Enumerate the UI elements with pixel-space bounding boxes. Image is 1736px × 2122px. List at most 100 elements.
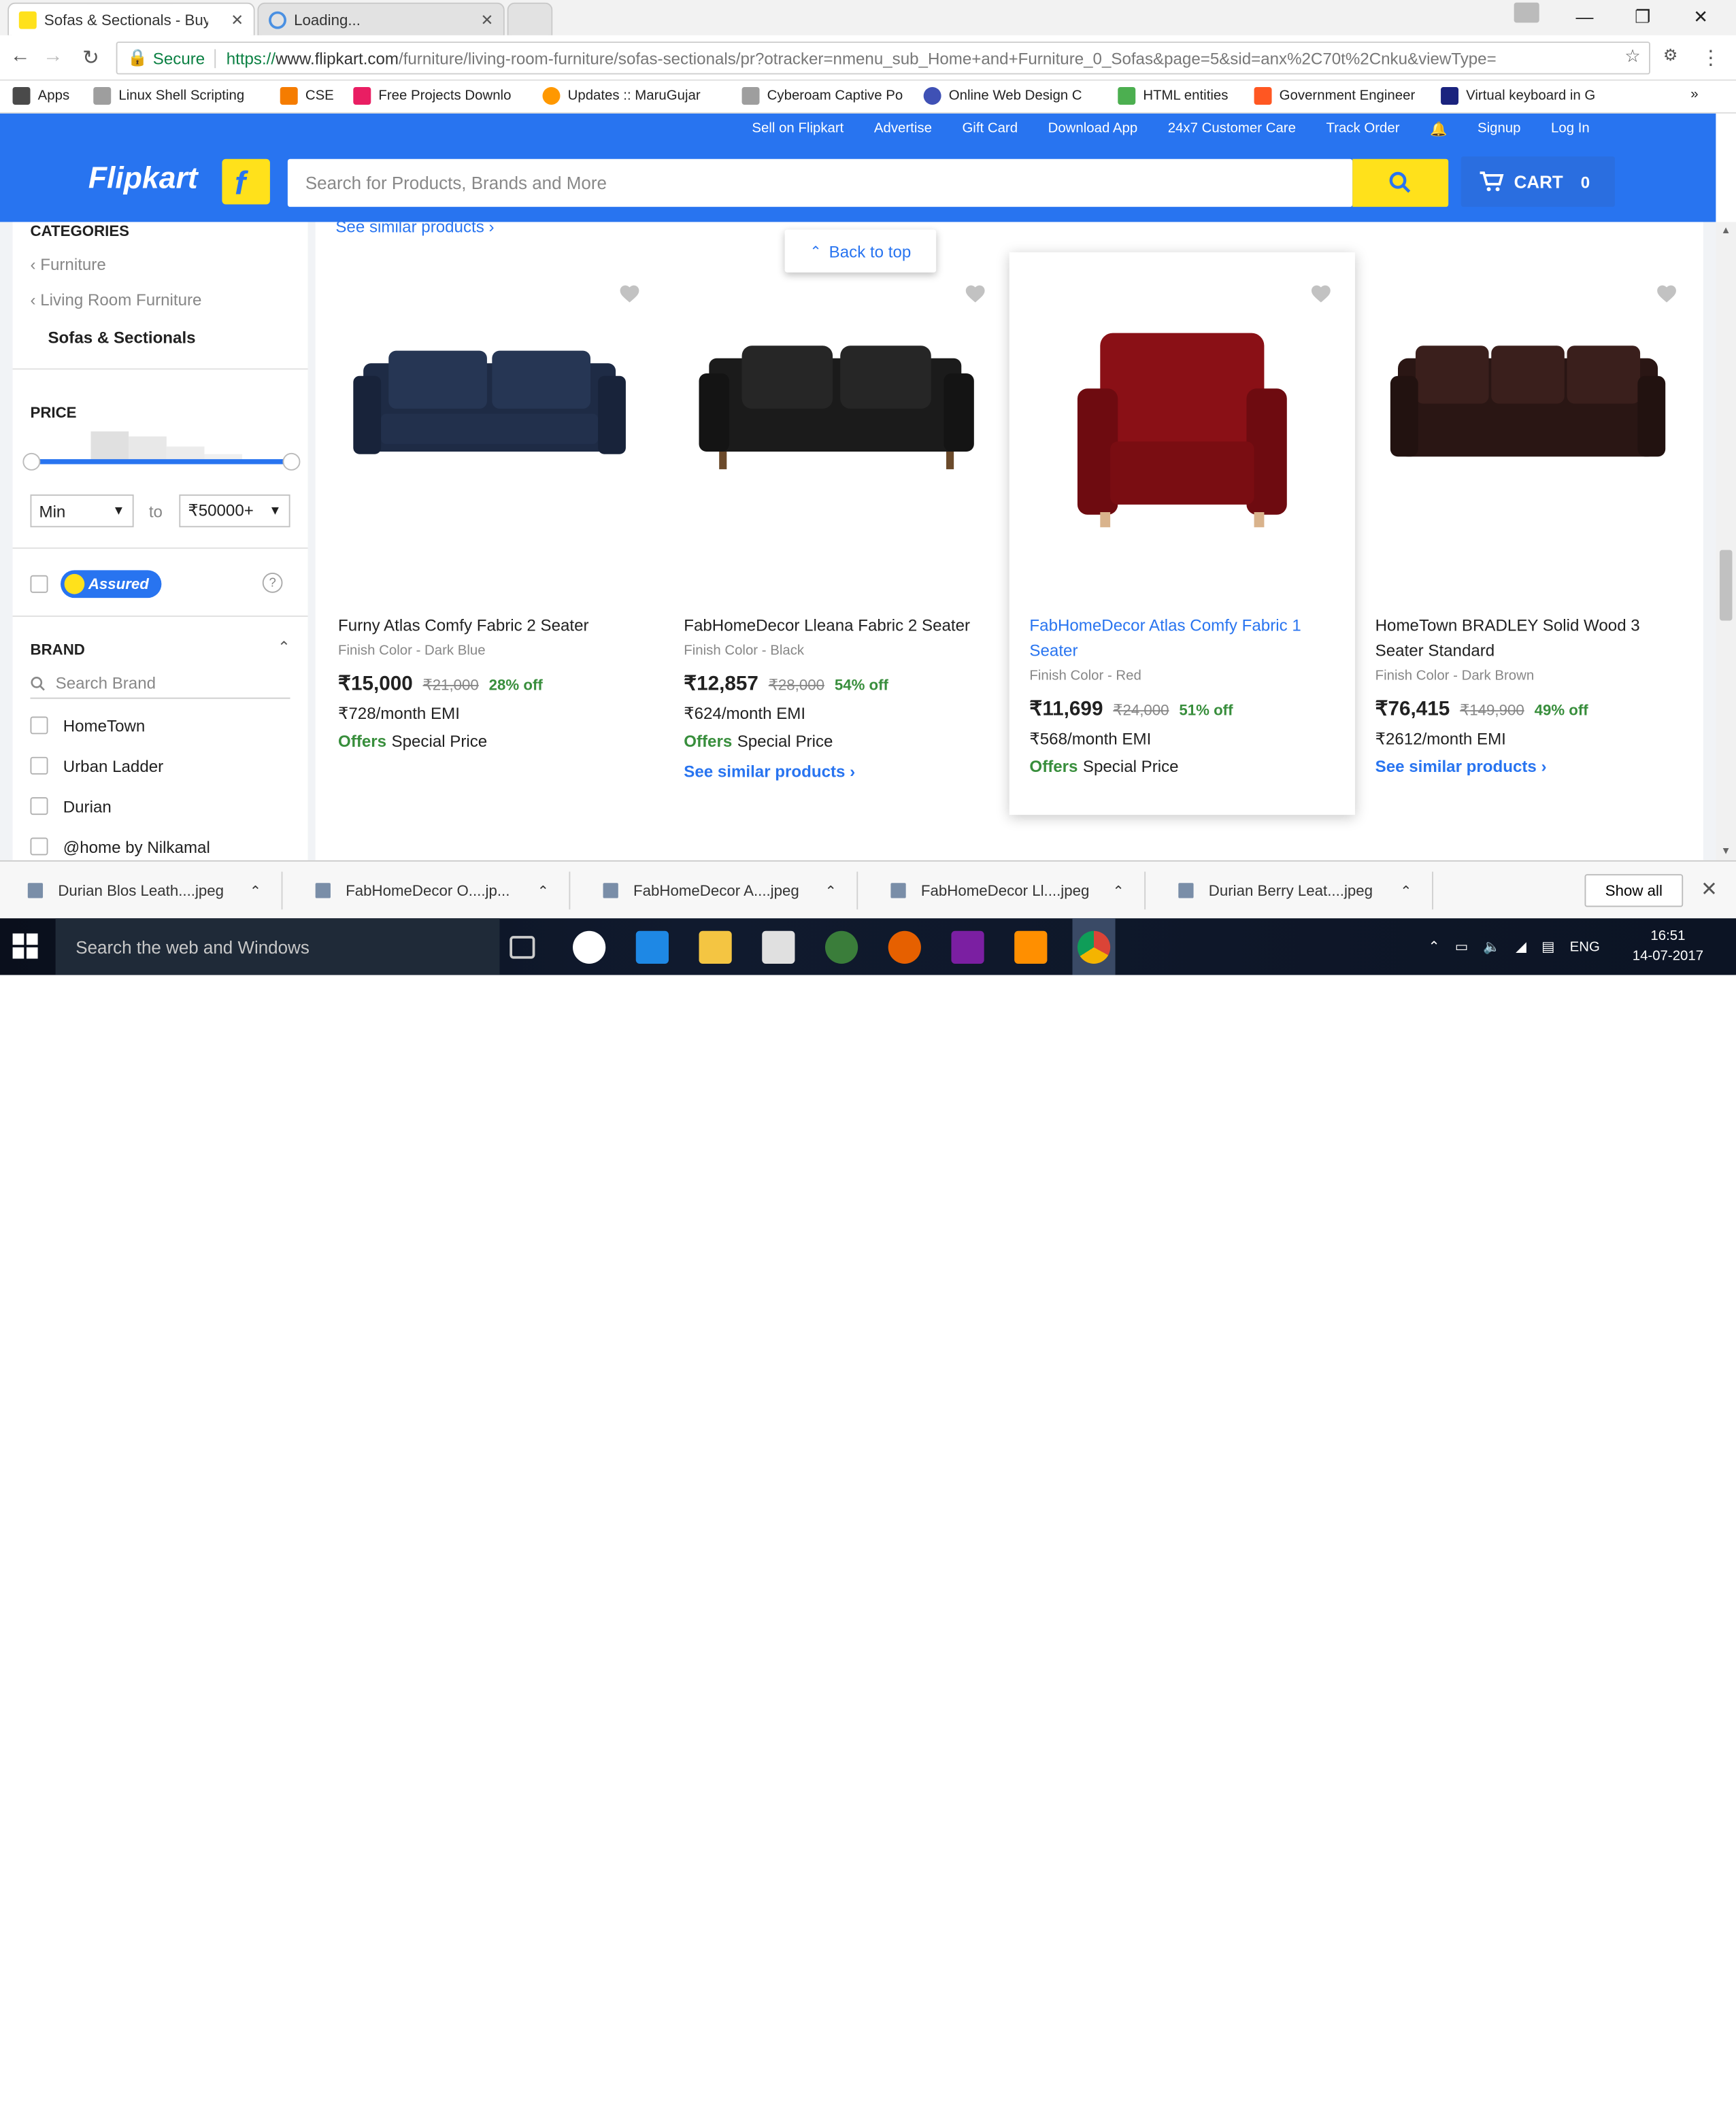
see-similar-link[interactable]: See similar products ›: [335, 222, 494, 235]
download-item[interactable]: FabHomeDecor O....jp... ⌃: [298, 871, 571, 910]
task-view-icon[interactable]: [510, 936, 535, 959]
vlc-icon[interactable]: [1014, 930, 1048, 964]
sell-link[interactable]: Sell on Flipkart: [752, 121, 844, 137]
back-icon[interactable]: ←: [7, 46, 33, 68]
brand-label-urbanladder[interactable]: Urban Ladder: [63, 757, 163, 776]
download-item[interactable]: FabHomeDecor Ll....jpeg ⌃: [873, 871, 1146, 910]
brand-label-durian[interactable]: Durian: [63, 797, 112, 816]
download-app-link[interactable]: Download App: [1048, 121, 1138, 137]
track-order-link[interactable]: Track Order: [1326, 121, 1399, 137]
windows-start-icon[interactable]: [12, 933, 38, 959]
product-title[interactable]: FabHomeDecor Atlas Comfy Fabric 1 Seater: [1029, 613, 1339, 663]
brand-search-input[interactable]: Search Brand: [30, 669, 290, 699]
help-icon[interactable]: ?: [262, 573, 283, 593]
crumb-furniture[interactable]: ‹ Furniture: [31, 255, 106, 274]
app-icon[interactable]: [824, 930, 858, 964]
login-link[interactable]: Log In: [1551, 121, 1590, 137]
edge-icon[interactable]: [635, 930, 669, 964]
bookmark-apps[interactable]: Apps: [12, 86, 70, 105]
bookmark-freeprojects[interactable]: Free Projects Downlo: [353, 86, 511, 105]
chevron-up-icon[interactable]: ⌃: [537, 882, 549, 898]
brand-label-nilkamal[interactable]: @home by Nilkamal: [63, 838, 210, 857]
chevron-up-icon[interactable]: ⌃: [278, 638, 290, 656]
menu-icon[interactable]: ⋮: [1698, 46, 1723, 71]
flipkart-logo[interactable]: Flipkart: [88, 161, 198, 197]
customer-care-link[interactable]: 24x7 Customer Care: [1168, 121, 1296, 137]
bookmark-webdesign[interactable]: Online Web Design C: [923, 86, 1082, 105]
battery-icon[interactable]: ▭: [1455, 939, 1468, 955]
address-bar[interactable]: 🔒 Secure https:// www.flipkart.com /furn…: [116, 41, 1650, 75]
minimize-icon[interactable]: —: [1559, 3, 1609, 31]
close-tab-icon[interactable]: ✕: [231, 11, 244, 29]
brand-checkbox-hometown[interactable]: [30, 716, 48, 735]
price-slider-track[interactable]: [30, 459, 293, 465]
download-item[interactable]: Durian Berry Leat....jpeg ⌃: [1161, 871, 1433, 910]
close-tab-icon[interactable]: ✕: [481, 11, 494, 29]
restore-icon[interactable]: ❐: [1618, 3, 1668, 31]
new-tab-button[interactable]: [507, 2, 553, 35]
bookmark-marugujarat[interactable]: Updates :: MaruGujar: [542, 86, 701, 105]
brand-checkbox-nilkamal[interactable]: [30, 837, 48, 856]
brand-label-hometown[interactable]: HomeTown: [63, 716, 146, 735]
more-bookmarks-icon[interactable]: »: [1690, 87, 1698, 102]
wishlist-heart-icon[interactable]: [964, 282, 986, 305]
taskbar-search-input[interactable]: Search the web and Windows: [55, 918, 500, 975]
bookmark-cse[interactable]: CSE: [280, 86, 334, 105]
back-to-top-button[interactable]: ⌃ Back to top: [784, 229, 937, 273]
bookmark-htmlentities[interactable]: HTML entities: [1118, 86, 1228, 105]
bookmark-virtualkeyboard[interactable]: Virtual keyboard in G: [1441, 86, 1595, 105]
scroll-up-icon[interactable]: ▲: [1721, 224, 1731, 236]
bookmark-star-icon[interactable]: ☆: [1620, 46, 1645, 67]
product-title[interactable]: Furny Atlas Comfy Fabric 2 Seater: [338, 613, 648, 638]
hp-icon[interactable]: [573, 930, 606, 964]
notification-bell-icon[interactable]: 🔔: [1430, 121, 1447, 137]
advertise-link[interactable]: Advertise: [874, 121, 932, 137]
assured-checkbox[interactable]: [30, 575, 48, 593]
product-card[interactable]: FabHomeDecor Lleana Fabric 2 Seater Fini…: [664, 252, 1009, 815]
price-min-select[interactable]: Min ▼: [30, 494, 134, 528]
crumb-living-room[interactable]: ‹ Living Room Furniture: [31, 290, 202, 309]
tray-expand-icon[interactable]: ⌃: [1429, 939, 1440, 955]
app-icon[interactable]: [951, 930, 984, 964]
chevron-up-icon[interactable]: ⌃: [1400, 882, 1412, 898]
scroll-down-icon[interactable]: ▼: [1721, 845, 1731, 857]
brand-checkbox-urbanladder[interactable]: [30, 756, 48, 775]
download-item[interactable]: FabHomeDecor A....jpeg ⌃: [586, 871, 858, 910]
scrollbar-thumb[interactable]: [1719, 550, 1733, 621]
chrome-active-slot[interactable]: [1072, 918, 1116, 975]
chevron-up-icon[interactable]: ⌃: [250, 882, 261, 898]
store-icon[interactable]: [762, 930, 795, 964]
download-item[interactable]: Durian Blos Leath....jpeg ⌃: [10, 871, 283, 910]
product-card[interactable]: FabHomeDecor Atlas Comfy Fabric 1 Seater…: [1009, 252, 1355, 815]
network-icon[interactable]: ◢: [1516, 939, 1526, 955]
tab-loading[interactable]: Loading... ✕: [257, 2, 505, 35]
search-input[interactable]: Search for Products, Brands and More: [287, 158, 1353, 207]
extension-icon[interactable]: ⚙: [1658, 46, 1683, 66]
see-similar-link[interactable]: See similar products ›: [1375, 757, 1547, 776]
product-title[interactable]: HomeTown BRADLEY Solid Wood 3 Seater Sta…: [1375, 613, 1686, 663]
gift-card-link[interactable]: Gift Card: [962, 121, 1018, 137]
search-button[interactable]: [1352, 158, 1449, 207]
wishlist-heart-icon[interactable]: [618, 282, 641, 305]
profile-icon[interactable]: [1514, 2, 1539, 23]
reload-icon[interactable]: ↻: [78, 46, 103, 71]
taskbar-clock[interactable]: 16:51 14-07-2017: [1630, 926, 1705, 966]
language-indicator[interactable]: ENG: [1570, 939, 1600, 954]
wishlist-heart-icon[interactable]: [1655, 282, 1677, 305]
chevron-up-icon[interactable]: ⌃: [825, 882, 837, 898]
product-card[interactable]: HomeTown BRADLEY Solid Wood 3 Seater Sta…: [1355, 252, 1701, 815]
volume-icon[interactable]: 🔈: [1483, 939, 1500, 955]
product-card[interactable]: Furny Atlas Comfy Fabric 2 Seater Finish…: [318, 252, 663, 815]
see-similar-link[interactable]: See similar products ›: [684, 762, 855, 781]
price-max-select[interactable]: ₹50000+ ▼: [179, 494, 290, 528]
notes-icon[interactable]: ▤: [1541, 939, 1554, 955]
price-slider-min-handle[interactable]: [22, 452, 41, 471]
close-window-icon[interactable]: ✕: [1675, 3, 1726, 31]
price-slider-max-handle[interactable]: [282, 452, 301, 471]
chevron-up-icon[interactable]: ⌃: [1112, 882, 1124, 898]
bookmark-cyberoam[interactable]: Cyberoam Captive Po: [741, 86, 903, 105]
show-all-downloads-button[interactable]: Show all: [1584, 874, 1684, 907]
signup-link[interactable]: Signup: [1478, 121, 1521, 137]
firefox-icon[interactable]: [888, 930, 921, 964]
page-scrollbar[interactable]: ▲ ▼: [1716, 222, 1736, 860]
